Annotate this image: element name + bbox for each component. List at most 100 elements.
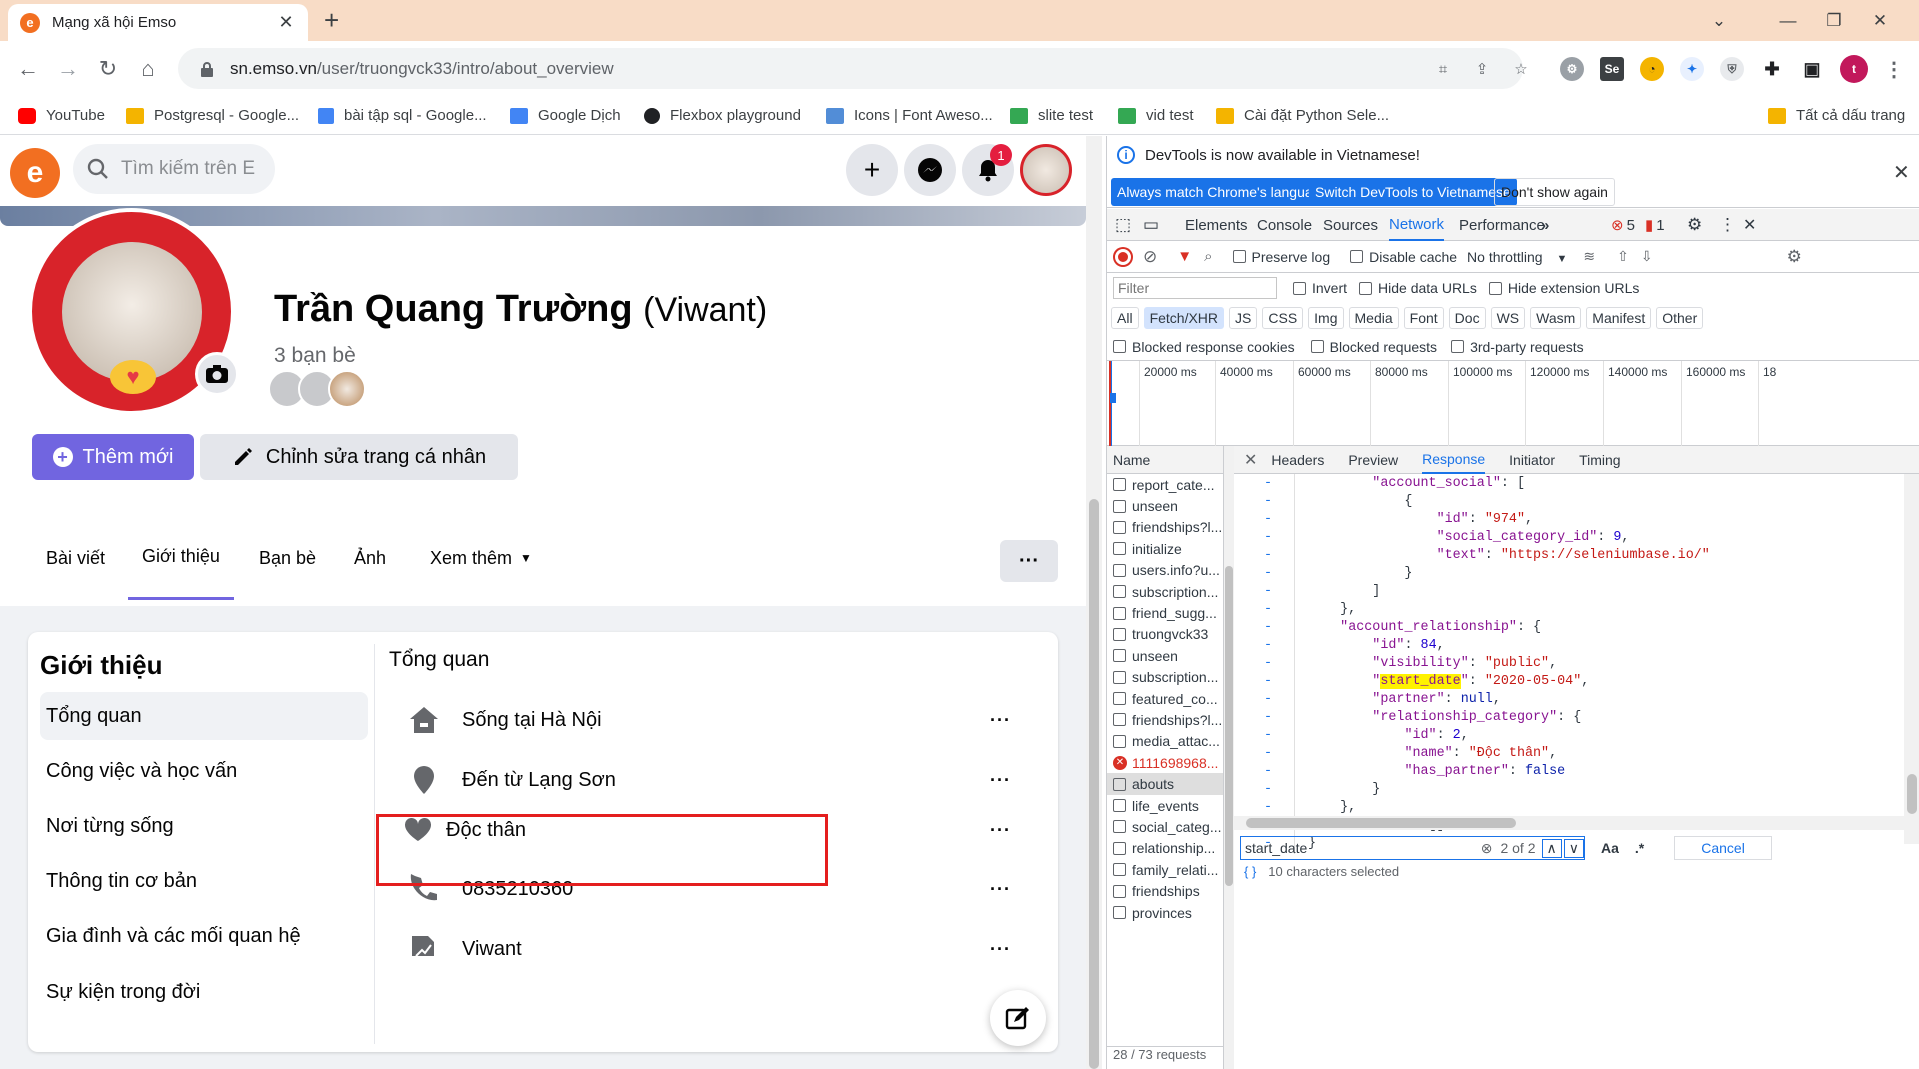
request-row[interactable]: friendships?l...: [1107, 517, 1223, 538]
match-chrome-language-button[interactable]: Always match Chrome's language: [1111, 178, 1335, 206]
reload-icon[interactable]: ↻: [90, 51, 126, 87]
minimize-icon[interactable]: —: [1765, 0, 1811, 41]
invert-checkbox[interactable]: Invert: [1293, 280, 1347, 296]
record-icon[interactable]: [1115, 248, 1131, 265]
bookmark-flexbox[interactable]: Flexbox playground: [644, 107, 801, 124]
tab-search-chevron-icon[interactable]: ⌄: [1696, 0, 1742, 41]
clear-search-icon[interactable]: ⊗: [1481, 840, 1493, 857]
type-font[interactable]: Font: [1403, 307, 1444, 329]
emso-logo[interactable]: e: [10, 148, 60, 198]
row-options-button[interactable]: ···: [990, 879, 1011, 900]
friend-avatar[interactable]: [328, 370, 366, 408]
request-row[interactable]: subscription...: [1107, 581, 1223, 602]
request-row[interactable]: relationship...: [1107, 838, 1223, 859]
cancel-search-button[interactable]: Cancel: [1674, 836, 1772, 860]
hide-extension-urls-checkbox[interactable]: Hide extension URLs: [1488, 280, 1639, 296]
create-plus-button[interactable]: +: [846, 144, 898, 196]
close-infobar-icon[interactable]: ✕: [1893, 160, 1910, 185]
side-panel-icon[interactable]: ▣: [1800, 57, 1824, 81]
match-case-button[interactable]: Aa: [1601, 840, 1619, 856]
request-row[interactable]: featured_co...: [1107, 688, 1223, 709]
tab-sources[interactable]: Sources: [1323, 209, 1378, 241]
filter-input[interactable]: [1113, 277, 1277, 299]
type-other[interactable]: Other: [1656, 307, 1704, 329]
browser-menu-icon[interactable]: ⋮: [1882, 57, 1906, 81]
share-icon[interactable]: ⇪: [1471, 58, 1493, 80]
bookmark-slite[interactable]: slite test: [1010, 107, 1093, 124]
request-row[interactable]: unseen: [1107, 645, 1223, 666]
close-detail-icon[interactable]: ✕: [1244, 450, 1257, 470]
response-body[interactable]: - "account_social": [ - { - "id": "974",…: [1234, 474, 1919, 854]
wifi-conditions-icon[interactable]: ≋: [1583, 248, 1595, 265]
type-media[interactable]: Media: [1348, 307, 1399, 329]
type-wasm[interactable]: Wasm: [1530, 307, 1582, 329]
request-row-selected[interactable]: abouts: [1107, 773, 1223, 795]
bookmark-postgresql[interactable]: Postgresql - Google...: [126, 107, 299, 124]
camera-icon[interactable]: [195, 352, 239, 396]
devtools-menu-icon[interactable]: ⋮: [1719, 209, 1736, 241]
tab-about[interactable]: Giới thiệu: [128, 516, 234, 600]
messenger-button[interactable]: [904, 144, 956, 196]
blocked-requests-checkbox[interactable]: Blocked requests: [1310, 339, 1437, 355]
browser-tab[interactable]: e Mạng xã hội Emso ✕: [8, 4, 308, 41]
request-row[interactable]: report_cate...: [1107, 474, 1223, 495]
forward-arrow-icon[interactable]: →: [50, 51, 86, 87]
hide-data-urls-checkbox[interactable]: Hide data URLs: [1359, 280, 1477, 296]
tab-headers[interactable]: Headers: [1271, 452, 1324, 468]
bookmark-google-translate[interactable]: Google Dịch: [510, 107, 621, 124]
switch-vietnamese-button[interactable]: Switch DevTools to Vietnamese: [1309, 178, 1517, 206]
inspect-icon[interactable]: ⬚: [1115, 209, 1131, 241]
account-avatar-button[interactable]: [1020, 144, 1072, 196]
close-devtools-icon[interactable]: ✕: [1743, 209, 1756, 241]
compose-button[interactable]: [990, 990, 1046, 1046]
row-options-button[interactable]: ···: [990, 710, 1011, 731]
request-row[interactable]: unseen: [1107, 495, 1223, 516]
tab-preview[interactable]: Preview: [1348, 452, 1398, 468]
type-manifest[interactable]: Manifest: [1586, 307, 1652, 329]
tab-photos[interactable]: Ảnh: [340, 516, 400, 600]
tab-initiator[interactable]: Initiator: [1509, 452, 1555, 468]
translate-icon[interactable]: ⌗: [1432, 58, 1454, 80]
tab-friends[interactable]: Bạn bè: [245, 516, 330, 600]
search-icon[interactable]: ⌕: [1204, 248, 1212, 265]
throttling-select[interactable]: No throttling ▼: [1467, 249, 1567, 265]
request-row[interactable]: friendships?l...: [1107, 709, 1223, 730]
request-row-error[interactable]: ✕ 1111698968...: [1107, 752, 1223, 773]
tab-performance[interactable]: Performance: [1459, 209, 1545, 241]
scrollbar-thumb[interactable]: [1089, 499, 1099, 1069]
request-row[interactable]: truongvck33: [1107, 624, 1223, 645]
bookmark-python-selenium[interactable]: Cài đặt Python Sele...: [1216, 107, 1389, 124]
tab-elements[interactable]: Elements: [1185, 209, 1248, 241]
request-row[interactable]: subscription...: [1107, 667, 1223, 688]
response-scrollbar[interactable]: [1904, 474, 1919, 844]
tab-response[interactable]: Response: [1422, 446, 1486, 474]
row-options-button[interactable]: ···: [990, 939, 1011, 960]
request-row[interactable]: social_categ...: [1107, 816, 1223, 837]
type-all[interactable]: All: [1111, 307, 1139, 329]
restore-icon[interactable]: ❐: [1811, 0, 1857, 41]
bookmark-sql[interactable]: bài tập sql - Google...: [318, 107, 487, 124]
about-menu-work-education[interactable]: Công việc và học vấn: [40, 747, 368, 795]
bookmark-font-awesome[interactable]: Icons | Font Aweso...: [826, 107, 993, 124]
add-new-button[interactable]: + Thêm mới: [32, 434, 194, 480]
extensions-puzzle-icon[interactable]: ✚: [1760, 57, 1784, 81]
friend-count[interactable]: 3 bạn bè: [274, 344, 356, 368]
tab-network[interactable]: Network: [1389, 209, 1445, 241]
row-options-button[interactable]: ···: [990, 770, 1011, 791]
page-scrollbar[interactable]: [1086, 136, 1102, 1069]
type-ws[interactable]: WS: [1490, 307, 1526, 329]
find-input[interactable]: start_date ⊗ 2 of 2 ∧ ∨: [1240, 836, 1585, 860]
error-count[interactable]: ⊗ 5: [1611, 209, 1635, 241]
blocked-cookies-checkbox[interactable]: Blocked response cookies: [1113, 339, 1295, 355]
format-braces-icon[interactable]: { }: [1244, 864, 1256, 879]
filter-funnel-icon[interactable]: ▼: [1177, 248, 1192, 265]
more-tabs-icon[interactable]: »: [1541, 209, 1549, 241]
request-row[interactable]: media_attac...: [1107, 731, 1223, 752]
new-tab-button[interactable]: +: [324, 5, 339, 36]
request-row[interactable]: initialize: [1107, 538, 1223, 559]
type-doc[interactable]: Doc: [1448, 307, 1486, 329]
network-overview-timeline[interactable]: 20000 ms 40000 ms 60000 ms 80000 ms 1000…: [1107, 361, 1919, 446]
extension-selenium-icon[interactable]: Se: [1600, 57, 1624, 81]
tab-console[interactable]: Console: [1257, 209, 1312, 241]
extension-gear-icon[interactable]: ⚙: [1560, 57, 1584, 81]
